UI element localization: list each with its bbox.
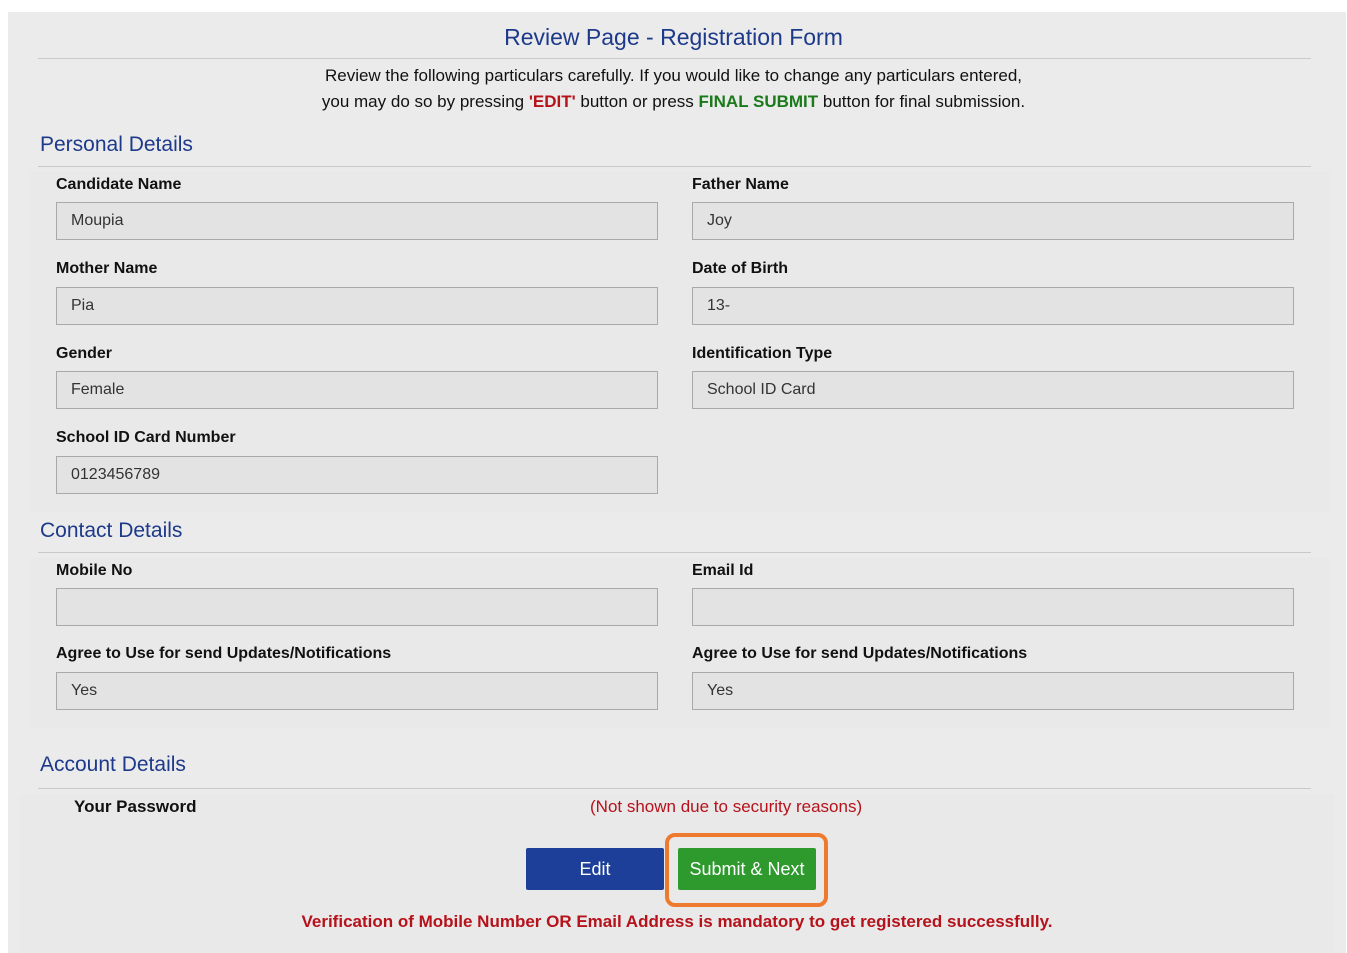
page-title: Review Page - Registration Form <box>504 24 843 50</box>
identification-type-label: Identification Type <box>692 345 833 362</box>
agree-email-label: Agree to Use for send Updates/Notificati… <box>692 645 1028 662</box>
father-name-field[interactable]: Joy <box>692 202 1294 240</box>
candidate-name-label: Candidate Name <box>56 176 182 193</box>
mobile-no-field[interactable] <box>56 588 658 626</box>
verification-warning: Verification of Mobile Number OR Email A… <box>301 912 1053 931</box>
email-id-field[interactable] <box>692 588 1294 626</box>
date-of-birth-field[interactable]: 13- <box>692 287 1294 325</box>
email-id-label: Email Id <box>692 562 754 579</box>
section-divider-contact <box>38 552 1311 553</box>
mobile-no-label: Mobile No <box>56 562 133 579</box>
date-of-birth-label: Date of Birth <box>692 260 788 277</box>
gender-field[interactable]: Female <box>56 371 658 409</box>
agree-mobile-label: Agree to Use for send Updates/Notificati… <box>56 645 392 662</box>
instruction-line-2: you may do so by pressing 'EDIT' button … <box>0 92 1347 112</box>
password-note: (Not shown due to security reasons) <box>590 797 863 816</box>
section-title-contact: Contact Details <box>40 519 183 542</box>
section-title-account: Account Details <box>40 753 186 776</box>
father-name-label: Father Name <box>692 176 789 193</box>
mother-name-field[interactable]: Pia <box>56 287 658 325</box>
school-id-number-field[interactable]: 0123456789 <box>56 456 658 494</box>
candidate-name-field[interactable]: Moupia <box>56 202 658 240</box>
agree-email-field[interactable]: Yes <box>692 672 1294 710</box>
submit-next-button[interactable]: Submit & Next <box>678 848 816 890</box>
school-id-number-label: School ID Card Number <box>56 429 236 446</box>
title-divider <box>38 58 1311 59</box>
edit-button[interactable]: Edit <box>526 848 664 890</box>
instruction-suffix: button for final submission. <box>822 92 1026 111</box>
instruction-final-keyword: FINAL SUBMIT <box>698 92 819 111</box>
section-divider-personal <box>38 166 1311 167</box>
password-label: Your Password <box>74 797 197 816</box>
instruction-line-1: Review the following particulars careful… <box>324 66 1023 85</box>
instruction-middle: button or press <box>580 92 694 111</box>
section-divider-account <box>38 788 1311 789</box>
identification-type-field[interactable]: School ID Card <box>692 371 1294 409</box>
gender-label: Gender <box>56 345 113 362</box>
instruction-prefix: you may do so by pressing <box>321 92 525 111</box>
agree-mobile-field[interactable]: Yes <box>56 672 658 710</box>
mother-name-label: Mother Name <box>56 260 158 277</box>
section-title-personal: Personal Details <box>40 133 193 156</box>
instruction-edit-keyword: 'EDIT' <box>528 92 576 111</box>
